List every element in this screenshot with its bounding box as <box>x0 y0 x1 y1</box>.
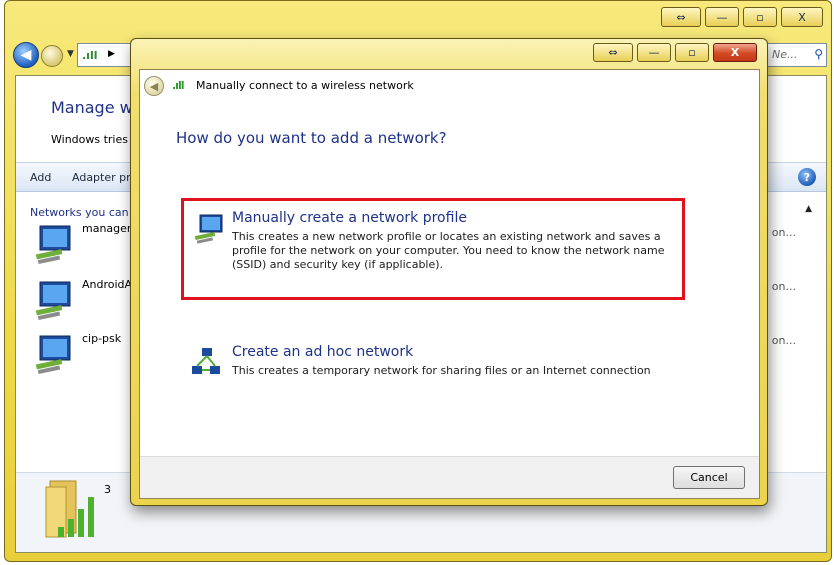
dialog-minimize-button[interactable]: — <box>637 43 671 62</box>
network-computer-icon <box>35 281 71 321</box>
manually-create-profile-option[interactable]: Manually create a network profile This c… <box>181 198 685 300</box>
background-caption-buttons: ⇔ — ▫ X <box>661 7 823 27</box>
back-arrow-icon[interactable]: ◀ <box>144 76 164 96</box>
manual-connect-dialog: ⇔ — ▫ X ◀ .ıll Manually connect to a wir… <box>130 38 768 506</box>
scroll-up-icon[interactable]: ▲ <box>805 204 812 214</box>
network-computer-icon <box>194 214 223 244</box>
history-dropdown-icon[interactable]: ▼ <box>67 49 74 59</box>
create-adhoc-network-option[interactable]: Create an ad hoc network This creates a … <box>176 342 736 402</box>
network-count: 3 <box>104 483 111 496</box>
adhoc-network-icon <box>192 348 220 374</box>
search-icon[interactable]: ⚲ <box>814 47 823 61</box>
dialog-footer: Cancel <box>140 456 759 498</box>
option-title: Manually create a network profile <box>232 210 467 226</box>
wireless-signal-folder-icon <box>45 480 94 538</box>
dialog-question: How do you want to add a network? <box>176 129 447 147</box>
network-status-text: on... <box>771 334 796 347</box>
back-arrow-icon[interactable]: ◀ <box>13 42 39 68</box>
breadcrumb-arrow-icon[interactable]: ▶ <box>108 49 115 59</box>
help-icon[interactable]: ? <box>798 168 816 186</box>
dialog-caption-buttons: ⇔ — ▫ X <box>593 43 757 62</box>
forward-arrow-icon[interactable] <box>41 45 63 67</box>
search-placeholder: Ne... <box>772 48 798 61</box>
adapter-properties-button[interactable]: Adapter pr <box>72 171 131 184</box>
background-snap-button[interactable]: ⇔ <box>661 7 701 27</box>
dialog-title: Manually connect to a wireless network <box>196 79 414 92</box>
networks-group-label: Networks you can <box>30 206 129 219</box>
network-name: AndroidA <box>82 278 133 291</box>
background-maximize-button[interactable]: ▫ <box>743 7 777 27</box>
network-name: cip-psk <box>82 332 122 345</box>
dialog-body: ◀ .ıll Manually connect to a wireless ne… <box>139 69 760 499</box>
network-computer-icon <box>35 335 71 375</box>
network-status-text: on... <box>771 280 796 293</box>
dialog-snap-button[interactable]: ⇔ <box>593 43 633 62</box>
background-page-subtitle: Windows tries t <box>51 133 136 146</box>
option-title: Create an ad hoc network <box>232 344 414 360</box>
option-description: This creates a new network profile or lo… <box>232 230 665 271</box>
dialog-title-row: ◀ .ıll Manually connect to a wireless ne… <box>140 70 759 102</box>
wireless-signal-icon: .ıll <box>172 79 184 92</box>
cancel-button[interactable]: Cancel <box>673 466 745 489</box>
add-button[interactable]: Add <box>30 171 51 184</box>
network-computer-icon <box>35 225 71 265</box>
dialog-maximize-button[interactable]: ▫ <box>675 43 709 62</box>
background-close-button[interactable]: X <box>781 7 823 27</box>
wireless-signal-icon: .ıll <box>82 49 98 62</box>
background-page-title: Manage wi <box>51 98 138 117</box>
network-status-text: on... <box>771 226 796 239</box>
background-minimize-button[interactable]: — <box>705 7 739 27</box>
search-input[interactable]: Ne... ⚲ <box>767 43 827 67</box>
option-description: This creates a temporary network for sha… <box>232 364 651 377</box>
dialog-close-button[interactable]: X <box>713 43 757 62</box>
